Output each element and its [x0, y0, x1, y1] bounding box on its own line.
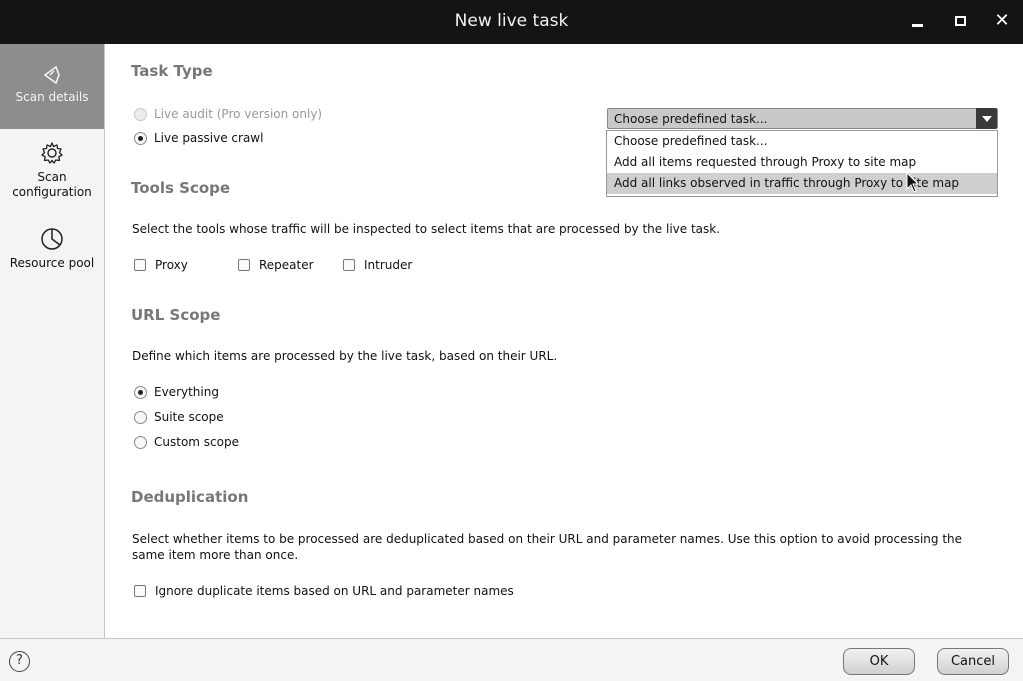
- radio-indicator: [134, 107, 147, 121]
- radio-indicator: [134, 435, 147, 449]
- url-scope-description: Define which items are processed by the …: [132, 349, 558, 363]
- checkbox-box: [238, 259, 250, 271]
- radio-indicator: [134, 410, 147, 424]
- radio-label: Live passive crawl: [154, 131, 264, 145]
- tools-scope-description: Select the tools whose traffic will be i…: [132, 222, 721, 236]
- sidebar: Scan details Scan configuration Resource…: [0, 44, 105, 638]
- checkbox-box: [343, 259, 355, 271]
- url-scope-heading: URL Scope: [131, 306, 221, 324]
- suite-scope-radio[interactable]: Suite scope: [134, 410, 224, 424]
- radio-label: Everything: [154, 385, 219, 399]
- minimize-button[interactable]: [907, 10, 929, 32]
- chevron-down-icon[interactable]: [976, 108, 997, 129]
- checkbox-label: Repeater: [259, 258, 314, 272]
- checkbox-label: Proxy: [155, 258, 188, 272]
- predefined-task-select[interactable]: Choose predefined task...: [607, 108, 998, 129]
- radio-label: Custom scope: [154, 435, 239, 449]
- radio-label: Suite scope: [154, 410, 224, 424]
- sidebar-item-label: Resource pool: [9, 256, 95, 270]
- deduplication-heading: Deduplication: [131, 488, 249, 506]
- window-title: New live task: [454, 11, 569, 31]
- task-type-heading: Task Type: [131, 62, 213, 80]
- maximize-icon: [955, 16, 966, 26]
- sidebar-item-scan-details[interactable]: Scan details: [0, 44, 104, 129]
- checkbox-box: [134, 585, 146, 597]
- radio-indicator: [134, 131, 147, 145]
- help-icon[interactable]: ?: [9, 651, 30, 672]
- title-bar: New live task ✕: [0, 0, 1023, 44]
- checkbox-label: Intruder: [364, 258, 413, 272]
- ignore-duplicates-checkbox[interactable]: Ignore duplicate items based on URL and …: [134, 584, 514, 598]
- live-passive-crawl-radio[interactable]: Live passive crawl: [134, 131, 263, 145]
- maximize-button[interactable]: [950, 10, 972, 32]
- sidebar-item-resource-pool[interactable]: Resource pool: [0, 226, 104, 271]
- checkbox-box: [134, 259, 146, 271]
- radio-indicator: [134, 385, 147, 399]
- scan-details-icon: [43, 65, 60, 85]
- main-panel: Task Type Live audit (Pro version only) …: [106, 44, 1023, 638]
- menu-item-add-requested[interactable]: Add all items requested through Proxy to…: [607, 152, 997, 173]
- proxy-checkbox[interactable]: Proxy: [134, 258, 188, 272]
- minimize-icon: [912, 24, 923, 27]
- select-value: Choose predefined task...: [614, 112, 768, 126]
- menu-item-add-links[interactable]: Add all links observed in traffic throug…: [607, 173, 997, 194]
- ok-button[interactable]: OK: [843, 648, 915, 675]
- sidebar-item-label: Scan configuration: [12, 170, 92, 199]
- mouse-cursor-icon: [906, 172, 920, 193]
- checkbox-label: Ignore duplicate items based on URL and …: [155, 584, 514, 598]
- footer-bar: ? OK Cancel: [0, 638, 1023, 681]
- sidebar-item-scan-configuration[interactable]: Scan configuration: [0, 140, 104, 200]
- close-icon: ✕: [994, 10, 1010, 31]
- repeater-checkbox[interactable]: Repeater: [238, 258, 314, 272]
- live-audit-radio[interactable]: Live audit (Pro version only): [134, 107, 322, 121]
- radio-label: Live audit (Pro version only): [154, 107, 323, 121]
- pie-chart-icon: [41, 228, 63, 250]
- intruder-checkbox[interactable]: Intruder: [343, 258, 412, 272]
- tools-scope-heading: Tools Scope: [131, 179, 231, 197]
- custom-scope-radio[interactable]: Custom scope: [134, 435, 239, 449]
- sidebar-item-label: Scan details: [15, 90, 89, 104]
- everything-radio[interactable]: Everything: [134, 385, 219, 399]
- cancel-button[interactable]: Cancel: [937, 648, 1009, 675]
- deduplication-description-line2: same item more than once.: [132, 548, 299, 562]
- deduplication-description-line1: Select whether items to be processed are…: [132, 532, 963, 546]
- menu-item-choose[interactable]: Choose predefined task...: [607, 131, 997, 152]
- predefined-task-menu: Choose predefined task... Add all items …: [606, 130, 998, 197]
- close-button[interactable]: ✕: [991, 10, 1013, 32]
- gear-icon: [41, 142, 63, 164]
